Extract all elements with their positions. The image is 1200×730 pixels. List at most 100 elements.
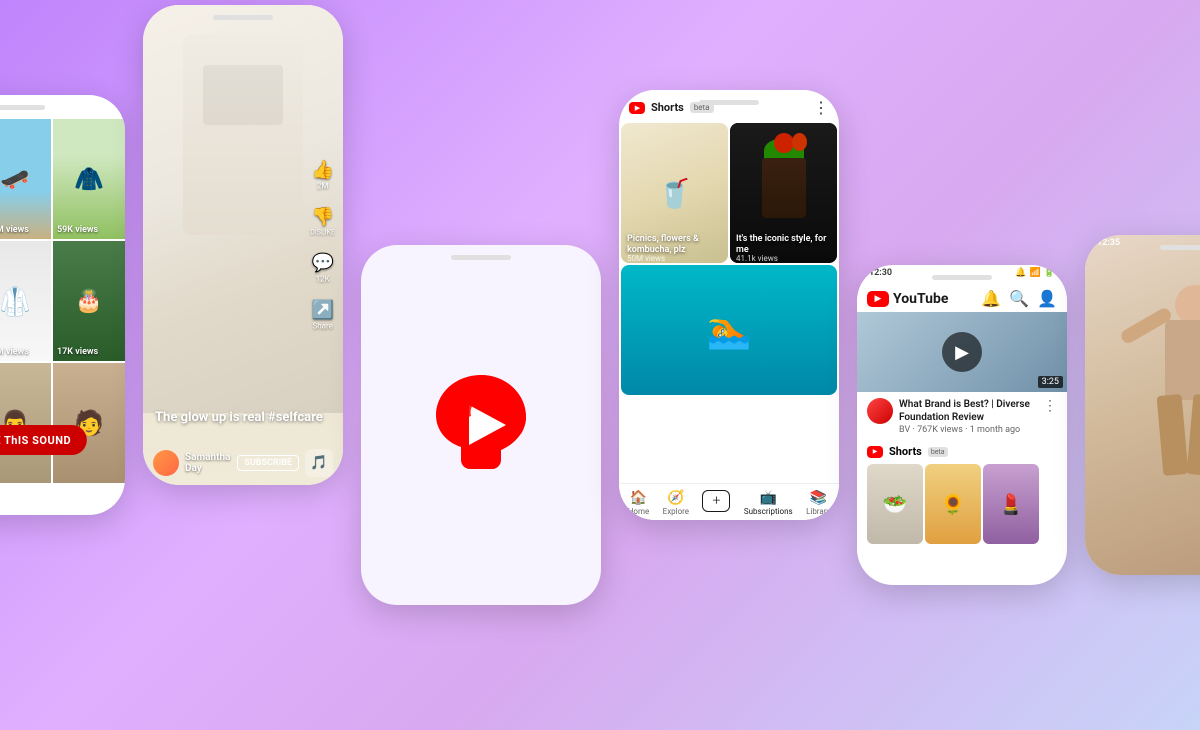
yt-app-logo: ▶ YouTube <box>867 291 948 307</box>
yt-shorts-header: Shorts beta ⋮ <box>619 90 839 121</box>
shorts-card-3[interactable]: 🏊 <box>621 265 837 395</box>
subscriptions-icon: 📺 <box>760 490 777 506</box>
nav-library-label: Library <box>806 507 830 516</box>
shorts-beta: beta <box>928 447 948 457</box>
nav-home-label: Home <box>628 507 650 516</box>
avatar-icon[interactable]: 👤 <box>1037 289 1057 308</box>
music-button[interactable]: 🎵 <box>305 449 333 477</box>
share-label: Share <box>312 322 332 331</box>
add-icon[interactable]: + <box>702 490 730 512</box>
library-icon: 📚 <box>809 490 826 506</box>
shorts-logo-svg <box>421 365 541 485</box>
yt-header-icons: 🔔 🔍 👤 <box>981 289 1057 308</box>
yt-icon <box>629 102 645 114</box>
view-count: 767K views <box>917 425 963 435</box>
comment-count: 12K <box>316 275 330 284</box>
tiktok-cell-2[interactable]: 🛹 1.4M views <box>0 119 51 239</box>
video-meta: What Brand is Best? | Diverse Foundation… <box>899 398 1037 435</box>
short-caption: The glow up is real #selfcare <box>155 410 323 425</box>
yt-red-play-icon: ▶ <box>867 291 889 307</box>
tiktok-cell-3[interactable]: 🧥 59K views <box>53 119 125 239</box>
caption-text: The glow up is real <box>155 410 265 425</box>
more-icon[interactable]: ⋮ <box>1043 398 1057 435</box>
phone-yt-app: 12:30 🔔 📶 🔋 ▶ YouTube 🔔 🔍 👤 <box>857 265 1067 585</box>
yt-bottom-nav: 🏠 Home 🧭 Explore + 📺 Subscriptions 📚 Lib… <box>619 483 839 520</box>
battery-icon: 🔋 <box>1044 268 1055 278</box>
status-bar-dark: 12:35 📶 🔋 <box>1085 235 1200 251</box>
yt-shorts-label: Shorts <box>651 101 684 114</box>
notification-icon[interactable]: 🔔 <box>981 289 1001 308</box>
use-sound-button[interactable]: 📷 USE ThIS SOUND <box>0 425 87 455</box>
shorts-row-icon <box>867 446 883 458</box>
comment-action[interactable]: 💬 12K <box>311 253 333 284</box>
tiktok-cell-5[interactable]: 🥼 1.1M views <box>0 241 51 361</box>
shorts-card-1[interactable]: 🥤 Picnics, flowers & kombucha, plz 50M v… <box>621 123 728 263</box>
tiktok-cell-9[interactable]: 🧑 <box>53 363 125 483</box>
short-side-actions: 👍 2M 👎 DISLIKE 💬 12K ↗️ Share <box>310 160 335 331</box>
nav-explore-label: Explore <box>663 507 689 516</box>
dislike-label: DISLIKE <box>310 229 335 237</box>
video-title: What Brand is Best? | Diverse Foundation… <box>899 398 1037 424</box>
channel-name: Samantha Day <box>185 452 231 474</box>
nav-subs-label: Subscriptions <box>744 507 793 516</box>
phone-tiktok: 🧖 96K views 🛹 1.4M views 🧥 59K views <box>0 95 125 515</box>
time-ago: 1 month ago <box>970 425 1021 435</box>
search-icon[interactable]: 🔍 <box>1009 289 1029 308</box>
beta-badge: beta <box>690 102 714 113</box>
status-time: 12:30 <box>869 268 892 278</box>
subscribe-button[interactable]: SUBSCRIBE <box>237 455 299 471</box>
yt-video-info: What Brand is Best? | Diverse Foundation… <box>857 392 1067 441</box>
hashtag: #selfcare <box>268 410 323 425</box>
status-icons: 🔔 📶 🔋 <box>1015 268 1055 278</box>
yt-shorts-row: Shorts beta <box>857 441 1067 462</box>
cell-views-6: 17K views <box>57 347 98 357</box>
short-thumb-2[interactable]: 🌻 <box>925 464 981 544</box>
volume-icon: 🔔 <box>1015 268 1026 278</box>
like-action[interactable]: 👍 2M <box>311 160 333 191</box>
nav-home[interactable]: 🏠 Home <box>628 490 650 516</box>
channel-avatar <box>153 450 179 476</box>
time-display: 12:35 <box>1097 238 1120 248</box>
card-1-views: 50M views <box>627 254 665 263</box>
short-thumb-3[interactable]: 💄 <box>983 464 1039 544</box>
nav-library[interactable]: 📚 Library <box>806 490 830 516</box>
more-options-icon[interactable]: ⋮ <box>813 98 829 117</box>
yt-logo-small <box>629 102 645 114</box>
shorts-card-2[interactable]: It's the iconic style, for me 41.1k view… <box>730 123 837 263</box>
cell-views-2: 1.4M views <box>0 225 29 235</box>
yt-app-title: YouTube <box>893 291 948 307</box>
nav-subscriptions[interactable]: 📺 Subscriptions <box>744 490 793 516</box>
nav-explore[interactable]: 🧭 Explore <box>663 490 689 516</box>
status-bar: 12:30 🔔 📶 🔋 <box>857 265 1067 281</box>
channel-name: BV <box>899 425 910 435</box>
wifi-icon: 📶 <box>1030 268 1041 278</box>
channel-avatar <box>867 398 893 424</box>
shorts-thumbs: 🥗 🌻 💄 <box>857 462 1067 548</box>
card-2-views: 41.1k views <box>736 254 778 263</box>
share-action[interactable]: ↗️ Share <box>311 300 333 331</box>
short-bottom-bar: Samantha Day SUBSCRIBE 🎵 <box>153 449 333 477</box>
phone-shorts-logo <box>361 245 601 605</box>
home-icon: 🏠 <box>630 490 647 506</box>
yt-app-header: ▶ YouTube 🔔 🔍 👤 <box>857 281 1067 312</box>
yt-shorts-grid: 🥤 Picnics, flowers & kombucha, plz 50M v… <box>619 121 839 397</box>
tiktok-cell-8[interactable]: 👨 <box>0 363 51 483</box>
dislike-action[interactable]: 👎 DISLIKE <box>310 207 335 237</box>
yt-video-thumb[interactable]: ▶ 3:25 <box>857 312 1067 392</box>
use-sound-label: USE ThIS SOUND <box>0 434 71 447</box>
tiktok-cell-6[interactable]: 🎂 17K views <box>53 241 125 361</box>
shorts-row-label: Shorts <box>889 445 922 458</box>
phone-yt-shorts-feed: Shorts beta ⋮ 🥤 Picnics, flowers & kombu… <box>619 90 839 520</box>
video-duration: 3:25 <box>1038 376 1063 388</box>
nav-add[interactable]: + <box>702 490 730 516</box>
video-sub: BV · 767K views · 1 month ago <box>899 425 1037 435</box>
short-video-content: 👍 2M 👎 DISLIKE 💬 12K ↗️ Share <box>143 5 343 485</box>
phones-container: 🧖 96K views 🛹 1.4M views 🧥 59K views <box>0 105 1200 625</box>
cell-views-3: 59K views <box>57 225 98 235</box>
short-thumb-1[interactable]: 🥗 <box>867 464 923 544</box>
video-content: 12:35 📶 🔋 ← ⋮ <box>1085 235 1200 575</box>
phone-video-detail: 12:35 📶 🔋 ← ⋮ <box>1085 235 1200 575</box>
like-count: 2M <box>317 182 328 191</box>
explore-icon: 🧭 <box>667 490 684 506</box>
cell-views-5: 1.1M views <box>0 347 29 357</box>
